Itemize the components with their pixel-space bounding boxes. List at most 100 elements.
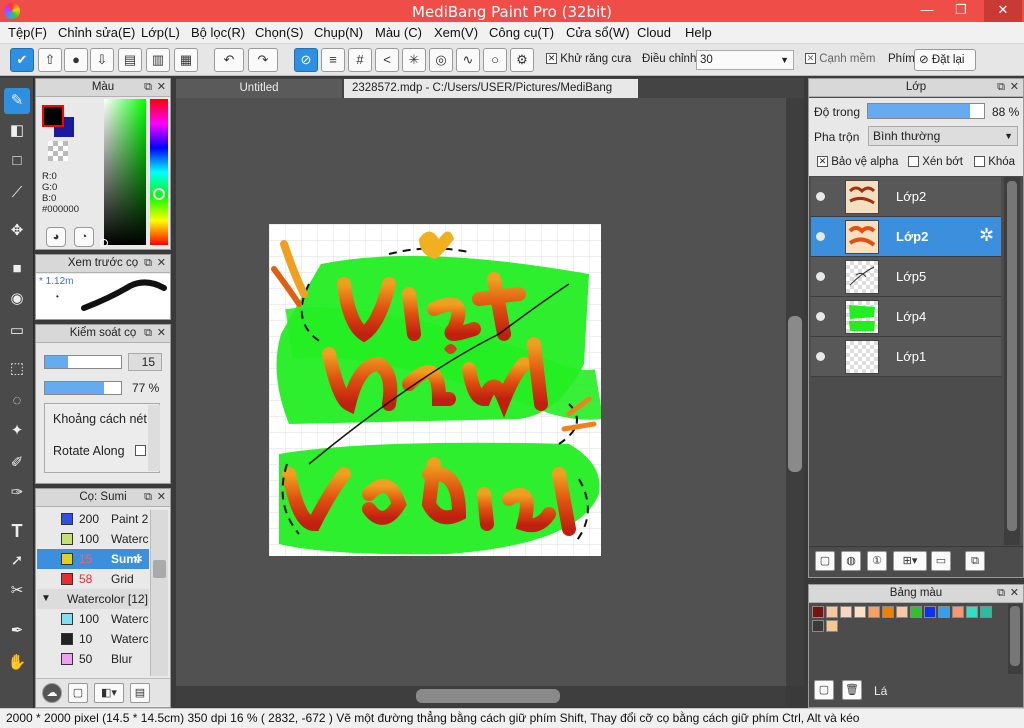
layers-scroll-thumb[interactable] — [1007, 181, 1017, 531]
vertical-scroll-thumb[interactable] — [788, 316, 802, 472]
brush-size-field[interactable]: 15 — [128, 353, 162, 371]
eraser-tool-icon[interactable]: ◧ — [4, 118, 30, 144]
parallel-snap-icon[interactable]: ≡ — [321, 48, 345, 72]
palette-color-swatch[interactable] — [896, 606, 908, 618]
visibility-eye-icon[interactable] — [816, 232, 825, 241]
shape-tool-icon[interactable]: ■ — [4, 256, 30, 282]
palette-color-swatch[interactable] — [826, 620, 838, 632]
brush-options-scrollbar[interactable] — [148, 405, 160, 471]
menu-layer[interactable]: Lớp(L) — [141, 25, 180, 40]
menu-cloud[interactable]: Cloud — [637, 25, 671, 40]
new-halftone-layer-icon[interactable]: ◍ — [841, 551, 861, 571]
antialias-checkbox[interactable]: ✕ — [546, 53, 557, 65]
layer-row[interactable]: Lớp4 — [811, 297, 1001, 337]
transparent-swatch[interactable] — [48, 141, 68, 161]
curve-snap-icon[interactable]: ∿ — [456, 48, 480, 72]
brush-list-scrollbar[interactable] — [150, 510, 168, 676]
restore-button[interactable]: ❐ — [946, 0, 976, 22]
palette-color-swatch[interactable] — [812, 606, 824, 618]
text-tool-icon[interactable]: T — [4, 518, 30, 544]
close-icon[interactable]: ✕ — [157, 79, 166, 96]
layers-scrollbar[interactable] — [1004, 177, 1020, 545]
divide-tool-icon[interactable]: ✂ — [4, 578, 30, 604]
menu-snap[interactable]: Chụp(N) — [314, 25, 363, 40]
visibility-eye-icon[interactable] — [816, 312, 825, 321]
color-settings-icon[interactable]: ◔ — [74, 227, 94, 247]
saturation-value-picker[interactable] — [100, 99, 146, 247]
operation-tool-icon[interactable]: ➚ — [4, 548, 30, 574]
soft-edge-checkbox[interactable]: ✕ — [805, 53, 816, 65]
close-icon[interactable]: ✕ — [1010, 79, 1019, 96]
grid-snap-icon[interactable]: # — [348, 48, 372, 72]
clipping-checkbox[interactable] — [908, 156, 919, 168]
new-layer-icon[interactable]: ▢ — [815, 551, 835, 571]
circle-snap-icon[interactable]: ○ — [483, 48, 507, 72]
blend-mode-select[interactable]: Bình thường ▼ — [868, 126, 1018, 146]
add-brush-menu-icon[interactable]: ◧▾ — [94, 683, 124, 703]
brush-item[interactable]: 100 Watercolor — [37, 609, 149, 629]
gear-icon[interactable]: ✲ — [133, 549, 143, 569]
brush-item[interactable]: 200 Paint 2 — [37, 509, 149, 529]
undock-icon[interactable]: ⧉ — [144, 325, 152, 342]
brush-item[interactable]: 100 Watercolor — [37, 529, 149, 549]
palette-color-swatch[interactable] — [826, 606, 838, 618]
eyedropper-icon[interactable]: ✒ — [4, 618, 30, 644]
select-pen-icon[interactable]: ✐ — [4, 450, 30, 476]
menu-tools[interactable]: Công cụ(T) — [489, 25, 554, 40]
minimize-button[interactable]: — — [912, 0, 942, 22]
undock-icon[interactable]: ⧉ — [144, 79, 152, 96]
protect-alpha-checkbox[interactable]: ✕ — [817, 156, 828, 168]
layer-row[interactable]: Lớp5 — [811, 257, 1001, 297]
tab-untitled[interactable]: Untitled — [176, 79, 342, 98]
palette-color-swatch[interactable] — [924, 606, 936, 618]
rotate-checkbox[interactable] — [135, 445, 146, 456]
undock-icon[interactable]: ⧉ — [997, 585, 1005, 602]
document-icon[interactable]: ▥ — [146, 48, 170, 72]
menu-select[interactable]: Chọn(S) — [255, 25, 303, 40]
rectangle-select-icon[interactable]: □ — [4, 148, 30, 174]
horizontal-scroll-thumb[interactable] — [416, 689, 560, 703]
brush-item[interactable]: 58 Grid — [37, 569, 149, 589]
move-tool-icon[interactable]: ✥ — [4, 218, 30, 244]
hue-handle[interactable] — [153, 188, 165, 200]
primary-color-front[interactable] — [42, 105, 64, 127]
palette-scroll-thumb[interactable] — [1010, 606, 1020, 666]
duplicate-layer-icon[interactable]: ⧉ — [965, 551, 985, 571]
close-icon[interactable]: ✕ — [157, 489, 166, 506]
check-icon[interactable]: ✔ — [10, 48, 34, 72]
canvas-area[interactable] — [176, 98, 804, 686]
brush-group-header[interactable]: ▼ Watercolor [12] — [37, 589, 149, 609]
visibility-eye-icon[interactable] — [816, 352, 825, 361]
brush-item[interactable]: 10 Watercolor — [37, 629, 149, 649]
perspective-snap-icon[interactable]: < — [375, 48, 399, 72]
menu-window[interactable]: Cửa sổ(W) — [566, 25, 630, 40]
gear-icon[interactable]: ⚙ — [510, 48, 534, 72]
close-icon[interactable]: ✕ — [157, 325, 166, 342]
layer-opacity-slider[interactable] — [867, 103, 985, 119]
brush-item[interactable]: 50 Blur — [37, 649, 149, 669]
undo-icon[interactable]: ↶ — [214, 48, 244, 72]
menu-file[interactable]: Tệp(F) — [8, 25, 47, 40]
layer-row[interactable]: Lớp1 — [811, 337, 1001, 377]
palette-color-swatch[interactable] — [938, 606, 950, 618]
palette-color-swatch[interactable] — [812, 620, 824, 632]
opacity-slider[interactable] — [44, 381, 122, 395]
cloud-download-icon[interactable]: ☁ — [42, 683, 62, 703]
palette-color-swatch[interactable] — [854, 606, 866, 618]
comment-icon[interactable]: ● — [64, 48, 88, 72]
concentric-snap-icon[interactable]: ◎ — [429, 48, 453, 72]
close-button[interactable]: ✕ — [984, 0, 1022, 22]
reset-button[interactable]: ⊘ Đặt lại — [914, 49, 976, 71]
canvas-vertical-scrollbar[interactable] — [786, 98, 804, 686]
brush-tool-icon[interactable]: ✎ — [4, 88, 30, 114]
palette-color-swatch[interactable] — [952, 606, 964, 618]
brush-settings-icon[interactable]: ▤ — [130, 683, 150, 703]
menu-help[interactable]: Help — [685, 25, 712, 40]
scroll-thumb[interactable] — [153, 560, 166, 578]
visibility-eye-icon[interactable] — [816, 272, 825, 281]
dot-brush-icon[interactable]: ⟋ — [4, 180, 30, 206]
close-icon[interactable]: ✕ — [1010, 585, 1019, 602]
palette-color-swatch[interactable] — [980, 606, 992, 618]
menu-color[interactable]: Màu (C) — [375, 25, 422, 40]
fill-tool-icon[interactable]: ◉ — [4, 286, 30, 312]
